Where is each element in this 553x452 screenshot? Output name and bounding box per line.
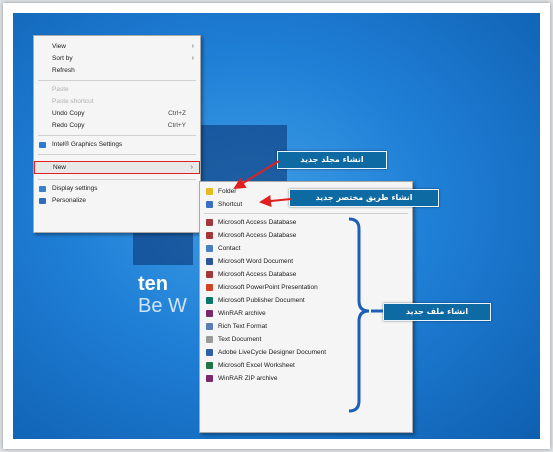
powerpoint-icon xyxy=(206,284,213,291)
submenu-item-label: Microsoft Access Database xyxy=(218,219,297,226)
menu-item-redo-copy[interactable]: Redo Copy Ctrl+Y xyxy=(34,121,200,131)
menu-item-paste-shortcut[interactable]: Paste shortcut xyxy=(34,97,200,107)
adobe-icon xyxy=(206,349,213,356)
submenu-item-label: Contact xyxy=(218,245,241,252)
winrar-icon xyxy=(206,310,213,317)
desktop-brand-line2: Be W xyxy=(138,295,187,317)
menu-item-label: Paste xyxy=(52,86,69,93)
intel-graphics-icon xyxy=(39,142,46,148)
submenu-item-label: Rich Text Format xyxy=(218,323,268,330)
text-icon xyxy=(206,336,213,343)
menu-item-paste[interactable]: Paste xyxy=(34,85,200,95)
access-icon xyxy=(206,219,213,226)
callout-new-folder: انشاء مجلد جديد xyxy=(277,151,387,169)
screenshot-frame: ten Be W View › Sort by › Refresh Paste … xyxy=(3,3,550,449)
submenu-item-label: Text Document xyxy=(218,336,262,343)
submenu-item-label: Adobe LiveCycle Designer Document xyxy=(218,349,327,356)
menu-item-label: New xyxy=(53,164,67,171)
display-settings-icon xyxy=(39,186,46,192)
menu-item-label: Sort by xyxy=(52,55,73,62)
access-icon xyxy=(206,271,213,278)
submenu-item-access-db[interactable]: Microsoft Access Database xyxy=(200,217,412,228)
menu-separator xyxy=(38,80,196,81)
menu-item-label: Paste shortcut xyxy=(52,98,94,105)
submenu-item-label: WinRAR archive xyxy=(218,310,266,317)
menu-item-new[interactable]: New › xyxy=(34,161,200,174)
menu-item-label: Undo Copy xyxy=(52,110,85,117)
callout-new-file: انشاء ملف جديد xyxy=(383,303,491,321)
winrar-zip-icon xyxy=(206,375,213,382)
submenu-item-label: WinRAR ZIP archive xyxy=(218,375,278,382)
menu-item-display-settings[interactable]: Display settings xyxy=(34,184,200,194)
menu-item-shortcut: Ctrl+Y xyxy=(167,122,186,129)
submenu-item-label: Microsoft Access Database xyxy=(218,232,297,239)
submenu-item-label: Folder xyxy=(218,188,237,195)
submenu-item-rtf[interactable]: Rich Text Format xyxy=(200,321,412,332)
submenu-item-label: Microsoft PowerPoint Presentation xyxy=(218,284,318,291)
menu-item-label: View xyxy=(52,43,66,50)
submenu-item-label: Microsoft Excel Worksheet xyxy=(218,362,295,369)
publisher-icon xyxy=(206,297,213,304)
menu-separator xyxy=(38,154,196,155)
submenu-item-text[interactable]: Text Document xyxy=(200,334,412,345)
menu-item-refresh[interactable]: Refresh xyxy=(34,66,200,76)
word-icon xyxy=(206,258,213,265)
submenu-item-label: Microsoft Access Database xyxy=(218,271,297,278)
menu-item-undo-copy[interactable]: Undo Copy Ctrl+Z xyxy=(34,109,200,119)
menu-separator xyxy=(38,179,196,180)
menu-item-sort-by[interactable]: Sort by › xyxy=(34,54,200,64)
submenu-item-excel[interactable]: Microsoft Excel Worksheet xyxy=(200,360,412,371)
excel-icon xyxy=(206,362,213,369)
submenu-item-winrar[interactable]: WinRAR archive xyxy=(200,308,412,319)
menu-separator xyxy=(204,213,408,214)
menu-item-intel-graphics[interactable]: Intel® Graphics Settings xyxy=(34,140,200,150)
menu-item-label: Refresh xyxy=(52,67,75,74)
contact-icon xyxy=(206,245,213,252)
submenu-item-publisher[interactable]: Microsoft Publisher Document xyxy=(200,295,412,306)
menu-item-personalize[interactable]: Personalize xyxy=(34,196,200,206)
submenu-item-access-db[interactable]: Microsoft Access Database xyxy=(200,230,412,241)
folder-icon xyxy=(206,188,213,195)
menu-item-label: Intel® Graphics Settings xyxy=(52,141,123,148)
submenu-item-label: Microsoft Word Document xyxy=(218,258,294,265)
personalize-icon xyxy=(39,198,46,204)
submenu-item-adobe[interactable]: Adobe LiveCycle Designer Document xyxy=(200,347,412,358)
new-submenu: Folder Shortcut Microsoft Access Databas… xyxy=(199,181,413,433)
submenu-item-powerpoint[interactable]: Microsoft PowerPoint Presentation xyxy=(200,282,412,293)
menu-item-label: Personalize xyxy=(52,197,86,204)
menu-item-view[interactable]: View › xyxy=(34,42,200,52)
access-icon xyxy=(206,232,213,239)
submenu-item-label: Microsoft Publisher Document xyxy=(218,297,305,304)
desktop-context-menu: View › Sort by › Refresh Paste Paste sho… xyxy=(33,35,201,233)
submenu-item-winrar-zip[interactable]: WinRAR ZIP archive xyxy=(200,373,412,384)
chevron-right-icon: › xyxy=(190,164,193,171)
callout-new-shortcut: انشاء طريق مختصر جديد xyxy=(289,189,439,207)
submenu-item-word[interactable]: Microsoft Word Document xyxy=(200,256,412,267)
desktop-brand-text: ten Be W xyxy=(138,273,187,317)
submenu-item-access-db[interactable]: Microsoft Access Database xyxy=(200,269,412,280)
desktop[interactable]: ten Be W View › Sort by › Refresh Paste … xyxy=(13,13,540,439)
shortcut-icon xyxy=(206,201,213,208)
menu-item-shortcut: Ctrl+Z xyxy=(168,110,186,117)
chevron-right-icon: › xyxy=(191,55,194,62)
desktop-brand-line1: ten xyxy=(138,273,168,295)
submenu-item-label: Shortcut xyxy=(218,201,243,208)
menu-separator xyxy=(38,135,196,136)
menu-item-label: Redo Copy xyxy=(52,122,85,129)
menu-item-label: Display settings xyxy=(52,185,98,192)
submenu-item-contact[interactable]: Contact xyxy=(200,243,412,254)
rtf-icon xyxy=(206,323,213,330)
chevron-right-icon: › xyxy=(191,43,194,50)
